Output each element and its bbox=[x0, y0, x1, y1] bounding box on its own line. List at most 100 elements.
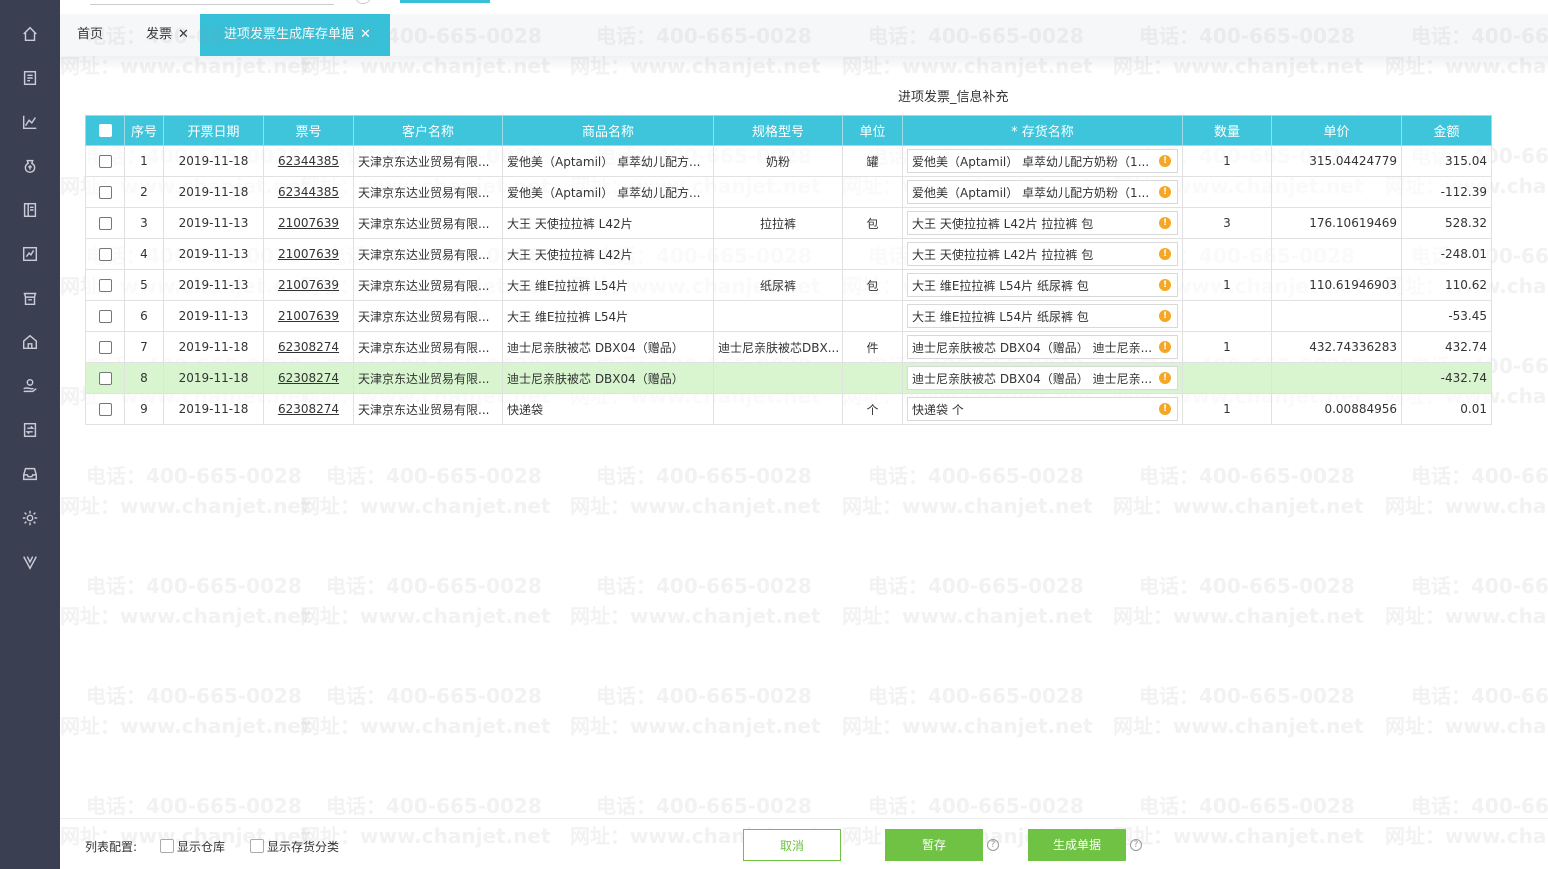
store-icon[interactable] bbox=[18, 286, 42, 310]
table-row[interactable]: 2 2019-11-18 62344385 天津京东达业贸易有限... 爱他美（Apta… bbox=[85, 176, 1492, 208]
table-row[interactable]: 3 2019-11-13 21007639 天津京东达业贸易有限... 大王 天使拉拉裤… bbox=[85, 207, 1492, 239]
ticket-link[interactable]: 21007639 bbox=[278, 216, 339, 230]
cell-ticket[interactable]: 62308274 bbox=[263, 393, 354, 425]
vip-icon[interactable] bbox=[18, 550, 42, 574]
cell-qty bbox=[1182, 238, 1272, 270]
ticket-link[interactable]: 62344385 bbox=[278, 185, 339, 199]
show-warehouse-checkbox[interactable] bbox=[160, 839, 174, 853]
money-bag-icon[interactable] bbox=[18, 154, 42, 178]
col-header[interactable]: 单位 bbox=[842, 115, 903, 146]
top-search-button[interactable] bbox=[400, 0, 490, 3]
col-header[interactable]: 序号 bbox=[124, 115, 164, 146]
ticket-link[interactable]: 62344385 bbox=[278, 154, 339, 168]
inbox-icon[interactable] bbox=[18, 462, 42, 486]
gear-icon[interactable] bbox=[18, 506, 42, 530]
cell-inventory[interactable]: 爱他美（Aptamil） 卓萃幼儿配方奶粉（1...! bbox=[902, 145, 1183, 177]
hand-coin-icon[interactable] bbox=[18, 374, 42, 398]
close-icon[interactable]: ✕ bbox=[178, 27, 189, 42]
cell-inventory[interactable]: 大王 天使拉拉裤 L42片 拉拉裤 包! bbox=[902, 207, 1183, 239]
inventory-input[interactable]: 爱他美（Aptamil） 卓萃幼儿配方奶粉（1...! bbox=[907, 180, 1178, 204]
col-header[interactable]: 数量 bbox=[1182, 115, 1272, 146]
top-toggle[interactable] bbox=[356, 0, 370, 4]
cell-ticket[interactable]: 62344385 bbox=[263, 176, 354, 208]
report-icon[interactable] bbox=[18, 242, 42, 266]
inventory-input[interactable]: 大王 维E拉拉裤 L54片 纸尿裤 包! bbox=[907, 273, 1178, 297]
tab-invoice[interactable]: 发票 ✕ bbox=[146, 14, 189, 56]
table-row[interactable]: 9 2019-11-18 62308274 天津京东达业贸易有限... 快递袋 个快递袋 … bbox=[85, 393, 1492, 425]
select-all-checkbox[interactable] bbox=[85, 115, 125, 146]
cell-inventory[interactable]: 大王 天使拉拉裤 L42片 拉拉裤 包! bbox=[902, 238, 1183, 270]
col-header[interactable]: 规格型号 bbox=[713, 115, 843, 146]
watermark-phone: 电话：400-665-0028 bbox=[868, 464, 1084, 488]
toolbar-strip bbox=[60, 56, 1548, 70]
ticket-link[interactable]: 62308274 bbox=[278, 371, 339, 385]
ticket-link[interactable]: 21007639 bbox=[278, 309, 339, 323]
col-header[interactable]: 单价 bbox=[1271, 115, 1402, 146]
row-checkbox[interactable] bbox=[85, 362, 125, 394]
ticket-link[interactable]: 21007639 bbox=[278, 247, 339, 261]
top-search-input[interactable] bbox=[90, 0, 334, 5]
ledger-icon[interactable] bbox=[18, 198, 42, 222]
cell-ticket[interactable]: 21007639 bbox=[263, 300, 354, 332]
table-row[interactable]: 5 2019-11-13 21007639 天津京东达业贸易有限... 大王 维E拉拉裤… bbox=[85, 269, 1492, 301]
col-header[interactable]: 商品名称 bbox=[502, 115, 714, 146]
cell-ticket[interactable]: 21007639 bbox=[263, 238, 354, 270]
inventory-input[interactable]: 迪士尼亲肤被芯 DBX04（赠品） 迪士尼亲...! bbox=[907, 335, 1178, 359]
row-checkbox[interactable] bbox=[85, 145, 125, 177]
tab-generate-inventory[interactable]: 进项发票生成库存单据 ✕ bbox=[200, 14, 390, 56]
inventory-input[interactable]: 爱他美（Aptamil） 卓萃幼儿配方奶粉（1...! bbox=[907, 149, 1178, 173]
ticket-link[interactable]: 62308274 bbox=[278, 402, 339, 416]
cell-inventory[interactable]: 迪士尼亲肤被芯 DBX04（赠品） 迪士尼亲...! bbox=[902, 362, 1183, 394]
inventory-input[interactable]: 大王 天使拉拉裤 L42片 拉拉裤 包! bbox=[907, 211, 1178, 235]
cell-ticket[interactable]: 62308274 bbox=[263, 331, 354, 363]
inventory-input[interactable]: 大王 天使拉拉裤 L42片 拉拉裤 包! bbox=[907, 242, 1178, 266]
row-checkbox[interactable] bbox=[85, 331, 125, 363]
cell-ticket[interactable]: 21007639 bbox=[263, 207, 354, 239]
cell-qty: 1 bbox=[1182, 331, 1272, 363]
close-icon[interactable]: ✕ bbox=[360, 27, 371, 42]
document-edit-icon[interactable] bbox=[18, 66, 42, 90]
cell-ticket[interactable]: 62308274 bbox=[263, 362, 354, 394]
help-icon[interactable]: ? bbox=[987, 839, 999, 851]
cell-inventory[interactable]: 迪士尼亲肤被芯 DBX04（赠品） 迪士尼亲...! bbox=[902, 331, 1183, 363]
cell-inventory[interactable]: 大王 维E拉拉裤 L54片 纸尿裤 包! bbox=[902, 300, 1183, 332]
row-checkbox[interactable] bbox=[85, 238, 125, 270]
transfer-icon[interactable] bbox=[18, 418, 42, 442]
show-category-checkbox[interactable] bbox=[250, 839, 264, 853]
chart-line-icon[interactable] bbox=[18, 110, 42, 134]
col-header[interactable]: * 存货名称 bbox=[902, 115, 1183, 146]
col-header[interactable]: 金额 bbox=[1401, 115, 1492, 146]
cell-inventory[interactable]: 爱他美（Aptamil） 卓萃幼儿配方奶粉（1...! bbox=[902, 176, 1183, 208]
row-checkbox[interactable] bbox=[85, 269, 125, 301]
table-row[interactable]: 8 2019-11-18 62308274 天津京东达业贸易有限... 迪士尼亲肤被芯 … bbox=[85, 362, 1492, 394]
table-row[interactable]: 6 2019-11-13 21007639 天津京东达业贸易有限... 大王 维E拉拉裤… bbox=[85, 300, 1492, 332]
col-header[interactable]: 票号 bbox=[263, 115, 354, 146]
col-header[interactable]: 开票日期 bbox=[163, 115, 264, 146]
table-row[interactable]: 1 2019-11-18 62344385 天津京东达业贸易有限... 爱他美（Apta… bbox=[85, 145, 1492, 177]
cell-inventory[interactable]: 大王 维E拉拉裤 L54片 纸尿裤 包! bbox=[902, 269, 1183, 301]
col-header[interactable]: 客户名称 bbox=[353, 115, 503, 146]
row-checkbox[interactable] bbox=[85, 207, 125, 239]
cell-ticket[interactable]: 62344385 bbox=[263, 145, 354, 177]
cell-inventory[interactable]: 快递袋 个! bbox=[902, 393, 1183, 425]
table-row[interactable]: 4 2019-11-13 21007639 天津京东达业贸易有限... 大王 天使拉拉裤… bbox=[85, 238, 1492, 270]
cell-ticket[interactable]: 21007639 bbox=[263, 269, 354, 301]
inventory-input[interactable]: 快递袋 个! bbox=[907, 397, 1178, 421]
warehouse-icon[interactable] bbox=[18, 330, 42, 354]
ticket-link[interactable]: 21007639 bbox=[278, 278, 339, 292]
watermark-phone: 电话：400-665-0028 bbox=[326, 464, 542, 488]
cell-amount: 110.62 bbox=[1401, 269, 1492, 301]
generate-document-button[interactable]: 生成单据 bbox=[1028, 829, 1126, 861]
inventory-input[interactable]: 大王 维E拉拉裤 L54片 纸尿裤 包! bbox=[907, 304, 1178, 328]
tab-home[interactable]: 首页 bbox=[77, 14, 103, 56]
row-checkbox[interactable] bbox=[85, 300, 125, 332]
row-checkbox[interactable] bbox=[85, 176, 125, 208]
cancel-button[interactable]: 取消 bbox=[743, 829, 841, 861]
help-icon[interactable]: ? bbox=[1130, 839, 1142, 851]
table-row[interactable]: 7 2019-11-18 62308274 天津京东达业贸易有限... 迪士尼亲肤被芯 … bbox=[85, 331, 1492, 363]
row-checkbox[interactable] bbox=[85, 393, 125, 425]
home-icon[interactable] bbox=[18, 22, 42, 46]
ticket-link[interactable]: 62308274 bbox=[278, 340, 339, 354]
save-draft-button[interactable]: 暂存 bbox=[885, 829, 983, 861]
inventory-input[interactable]: 迪士尼亲肤被芯 DBX04（赠品） 迪士尼亲...! bbox=[907, 366, 1178, 390]
